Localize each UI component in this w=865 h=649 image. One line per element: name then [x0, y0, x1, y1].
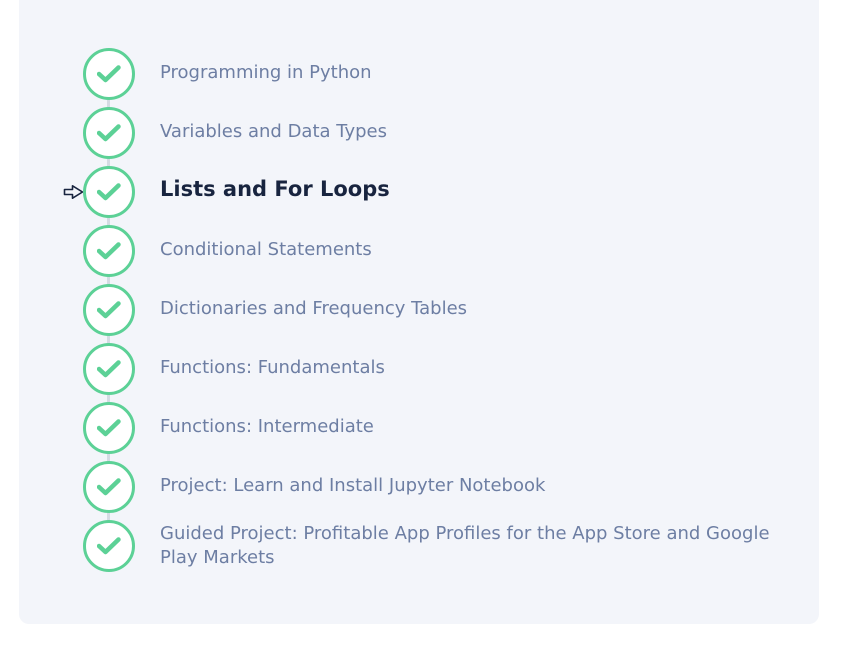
step-item[interactable]: Dictionaries and Frequency Tables: [0, 284, 865, 343]
completed-step-icon: [83, 402, 135, 454]
checkmark-icon: [97, 183, 121, 201]
step-item[interactable]: Conditional Statements: [0, 225, 865, 284]
checkmark-icon: [97, 478, 121, 496]
checkmark-icon: [97, 537, 121, 555]
step-item[interactable]: Variables and Data Types: [0, 107, 865, 166]
step-label: Dictionaries and Frequency Tables: [160, 298, 468, 319]
completed-step-icon: [83, 48, 135, 100]
step-item[interactable]: Project: Learn and Install Jupyter Noteb…: [0, 461, 865, 520]
checkmark-icon: [97, 124, 121, 142]
step-label: Variables and Data Types: [160, 121, 387, 142]
completed-step-icon: [83, 284, 135, 336]
step-label: Functions: Fundamentals: [160, 357, 385, 378]
step-label: Conditional Statements: [160, 239, 372, 260]
step-label: Programming in Python: [160, 62, 372, 83]
step-label: Functions: Intermediate: [160, 416, 374, 437]
completed-step-icon: [83, 166, 135, 218]
checkmark-icon: [97, 242, 121, 260]
completed-step-icon: [83, 107, 135, 159]
checkmark-icon: [97, 301, 121, 319]
completed-step-icon: [83, 461, 135, 513]
completed-step-icon: [83, 225, 135, 277]
checkmark-icon: [97, 360, 121, 378]
step-item[interactable]: Guided Project: Profitable App Profiles …: [0, 520, 865, 580]
step-item[interactable]: Functions: Fundamentals: [0, 343, 865, 402]
completed-step-icon: [83, 343, 135, 395]
step-item[interactable]: Programming in Python: [0, 48, 865, 107]
completed-step-icon: [83, 520, 135, 572]
checkmark-icon: [97, 419, 121, 437]
course-steps-list: Programming in Python Variables and Data…: [0, 0, 865, 649]
step-item[interactable]: Functions: Intermediate: [0, 402, 865, 461]
step-label: Guided Project: Profitable App Profiles …: [160, 523, 770, 568]
checkmark-icon: [97, 65, 121, 83]
step-label-current: Lists and For Loops: [160, 177, 390, 201]
step-label: Project: Learn and Install Jupyter Noteb…: [160, 475, 546, 496]
step-item-current[interactable]: Lists and For Loops: [0, 166, 865, 225]
arrow-right-outline-icon: [63, 185, 84, 199]
